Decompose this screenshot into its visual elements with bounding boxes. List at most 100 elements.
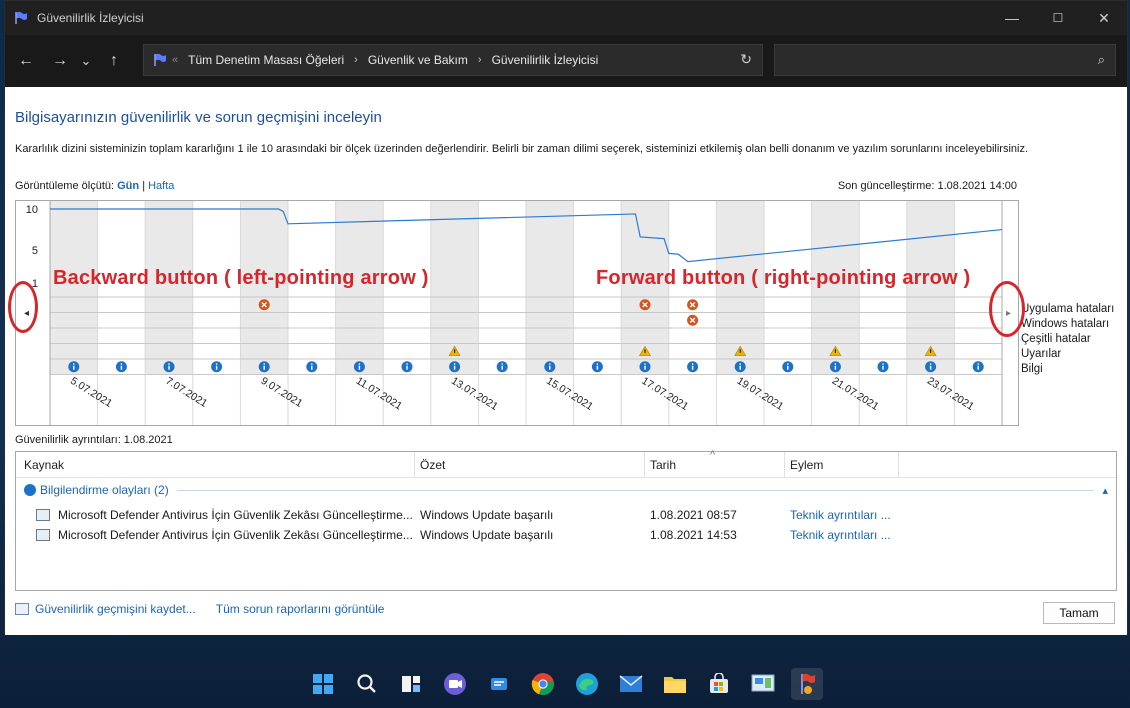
column-header-source[interactable]: Kaynak	[24, 458, 64, 472]
collapse-icon[interactable]: ▴	[1102, 484, 1108, 497]
refresh-icon[interactable]: ↻	[740, 51, 752, 68]
info-mark	[977, 365, 979, 370]
save-icon	[15, 603, 29, 615]
navigation-bar: ← → ⌄ ↑ « Tüm Denetim Masası Öğeleri › G…	[5, 35, 1127, 87]
back-button[interactable]: ←	[11, 46, 41, 76]
table-row[interactable]: Microsoft Defender Antivirus İçin Güvenl…	[16, 505, 1116, 525]
breadcrumb-separator[interactable]: ›	[354, 54, 358, 66]
info-dot	[787, 363, 789, 365]
chart-legend: Uygulama hataları Windows hataları Çeşit…	[1021, 302, 1114, 377]
task-view-icon[interactable]	[395, 668, 427, 700]
breadcrumb-security-maintenance[interactable]: Güvenlik ve Bakım	[368, 53, 468, 67]
info-dot	[549, 363, 551, 365]
last-updated: Son güncelleştirme: 1.08.2021 14:00	[837, 180, 1017, 192]
annotation-circle-right	[989, 281, 1025, 337]
warning-mark	[930, 349, 932, 353]
group-header-informational[interactable]: Bilgilendirme olayları (2) ▴	[24, 480, 1108, 500]
x-tick-label: 15.07.2021	[544, 375, 595, 413]
info-dot	[834, 363, 837, 365]
info-dot	[929, 363, 932, 365]
info-dot	[168, 363, 170, 365]
control-panel-icon[interactable]	[747, 668, 779, 700]
title-bar: Güvenilirlik İzleyicisi — ☐ ✕	[5, 1, 1127, 35]
technical-details-link[interactable]: Teknik ayrıntıları ...	[790, 508, 891, 522]
widgets-icon[interactable]	[483, 668, 515, 700]
search-icon[interactable]: ⌕	[1098, 52, 1105, 68]
row-source: Microsoft Defender Antivirus İçin Güvenl…	[58, 508, 413, 522]
info-dot	[263, 363, 265, 365]
info-dot	[358, 363, 361, 365]
page-title: Bilgisayarınızın güvenilirlik ve sorun g…	[15, 109, 382, 126]
reliability-monitor-taskbar-icon[interactable]	[791, 668, 823, 700]
info-dot	[691, 363, 694, 365]
update-icon	[36, 529, 50, 541]
store-icon[interactable]	[703, 668, 735, 700]
info-dot	[501, 363, 503, 365]
group-label: Bilgilendirme olayları (2)	[40, 483, 169, 497]
shaded-column	[526, 201, 574, 375]
info-mark	[358, 365, 361, 370]
flag-icon	[15, 11, 27, 24]
info-dot	[406, 363, 408, 365]
file-explorer-icon[interactable]	[659, 668, 691, 700]
ok-button[interactable]: Tamam	[1043, 602, 1115, 624]
column-header-date[interactable]: Tarih	[650, 458, 676, 472]
stability-chart[interactable]: 10 5 1 ◂ ▸ 5.07.2021 7.07.2021 9.07.2021 11.07.2…	[15, 200, 1019, 426]
info-mark	[882, 365, 884, 370]
info-dot	[977, 363, 979, 365]
info-dot	[882, 363, 884, 365]
technical-details-link[interactable]: Teknik ayrıntıları ...	[790, 528, 891, 542]
address-bar[interactable]: « Tüm Denetim Masası Öğeleri › Güvenlik …	[143, 44, 763, 76]
view-by-day-link[interactable]: Gün	[117, 180, 139, 192]
info-mark	[168, 365, 170, 370]
legend-misc-failures: Çeşitli hatalar	[1021, 333, 1091, 345]
info-dot	[739, 363, 741, 365]
legend-application-failures: Uygulama hataları	[1021, 303, 1115, 315]
up-button[interactable]: ↑	[99, 46, 129, 76]
start-icon[interactable]	[307, 668, 339, 700]
breadcrumb-separator[interactable]: ›	[478, 54, 482, 66]
y-tick-label: 5	[32, 245, 38, 257]
search-icon[interactable]	[351, 668, 383, 700]
main-content: Bilgisayarınızın güvenilirlik ve sorun g…	[5, 87, 1127, 635]
info-mark	[596, 365, 599, 370]
row-date: 1.08.2021 14:53	[650, 528, 737, 542]
column-header-summary[interactable]: Özet	[420, 458, 445, 472]
x-tick-label: 5.07.2021	[68, 375, 114, 410]
close-button[interactable]: ✕	[1081, 1, 1127, 35]
info-mark	[73, 365, 75, 370]
minimize-button[interactable]: —	[989, 1, 1035, 35]
warning-mark	[644, 349, 646, 353]
address-prefix: «	[172, 54, 179, 66]
x-tick-label: 9.07.2021	[259, 375, 305, 410]
chrome-icon[interactable]	[527, 668, 559, 700]
view-by-week-link[interactable]: Hafta	[148, 180, 174, 192]
mail-icon[interactable]	[615, 668, 647, 700]
taskbar	[0, 660, 1130, 708]
column-divider[interactable]	[644, 452, 645, 477]
column-header-action[interactable]: Eylem	[790, 458, 823, 472]
column-divider[interactable]	[414, 452, 415, 477]
table-header: Kaynak Özet Tarih ^ Eylem	[16, 449, 1116, 478]
maximize-button[interactable]: ☐	[1035, 1, 1081, 35]
legend-information: Bilgi	[1021, 363, 1043, 375]
legend-windows-failures: Windows hataları	[1021, 318, 1110, 330]
row-source: Microsoft Defender Antivirus İçin Güvenl…	[58, 528, 413, 542]
column-divider[interactable]	[898, 452, 899, 477]
view-all-reports-link[interactable]: Tüm sorun raporlarını görüntüle	[216, 602, 385, 616]
save-history-link[interactable]: Güvenilirlik geçmişini kaydet...	[35, 602, 196, 616]
forward-button[interactable]: →	[45, 46, 75, 76]
chat-icon[interactable]	[439, 668, 471, 700]
table-row[interactable]: Microsoft Defender Antivirus İçin Güvenl…	[16, 525, 1116, 545]
recent-locations-button[interactable]: ⌄	[75, 46, 97, 76]
y-tick-label: 10	[26, 204, 38, 216]
x-tick-label: 11.07.2021	[354, 375, 404, 413]
column-divider[interactable]	[784, 452, 785, 477]
info-dot	[596, 363, 599, 365]
breadcrumb-reliability-monitor[interactable]: Güvenilirlik İzleyicisi	[492, 53, 599, 67]
breadcrumb-control-panel[interactable]: Tüm Denetim Masası Öğeleri	[188, 53, 344, 67]
info-mark	[311, 365, 313, 370]
row-summary: Windows Update başarılı	[420, 508, 554, 522]
edge-icon[interactable]	[571, 668, 603, 700]
search-input[interactable]: ⌕	[774, 44, 1116, 76]
